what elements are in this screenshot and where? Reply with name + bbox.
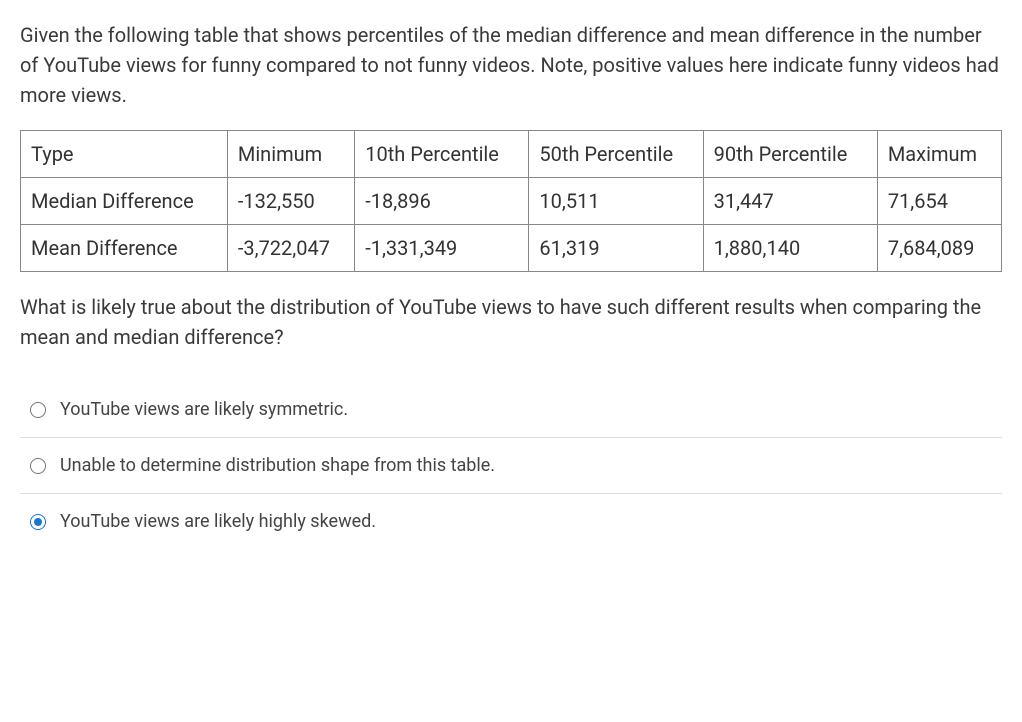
option-label: YouTube views are likely highly skewed. xyxy=(60,508,376,535)
question-followup: What is likely true about the distributi… xyxy=(20,292,1002,352)
header-type: Type xyxy=(21,131,228,178)
radio-icon xyxy=(30,402,46,418)
option-label: Unable to determine distribution shape f… xyxy=(60,452,495,479)
cell-10th: -18,896 xyxy=(355,178,529,225)
percentile-table: Type Minimum 10th Percentile 50th Percen… xyxy=(20,130,1002,272)
cell-90th: 1,880,140 xyxy=(703,225,877,272)
cell-50th: 10,511 xyxy=(529,178,703,225)
radio-icon xyxy=(30,514,46,530)
cell-90th: 31,447 xyxy=(703,178,877,225)
cell-min: -132,550 xyxy=(227,178,354,225)
radio-icon xyxy=(30,458,46,474)
table-header-row: Type Minimum 10th Percentile 50th Percen… xyxy=(21,131,1002,178)
header-50th: 50th Percentile xyxy=(529,131,703,178)
option-unable[interactable]: Unable to determine distribution shape f… xyxy=(20,437,1002,493)
option-label: YouTube views are likely symmetric. xyxy=(60,396,348,423)
cell-type: Median Difference xyxy=(21,178,228,225)
header-10th: 10th Percentile xyxy=(355,131,529,178)
question-intro: Given the following table that shows per… xyxy=(20,20,1002,110)
table-row: Mean Difference -3,722,047 -1,331,349 61… xyxy=(21,225,1002,272)
cell-50th: 61,319 xyxy=(529,225,703,272)
cell-min: -3,722,047 xyxy=(227,225,354,272)
header-minimum: Minimum xyxy=(227,131,354,178)
cell-max: 71,654 xyxy=(877,178,1001,225)
cell-type: Mean Difference xyxy=(21,225,228,272)
cell-10th: -1,331,349 xyxy=(355,225,529,272)
table-row: Median Difference -132,550 -18,896 10,51… xyxy=(21,178,1002,225)
option-symmetric[interactable]: YouTube views are likely symmetric. xyxy=(20,382,1002,437)
answer-options: YouTube views are likely symmetric. Unab… xyxy=(20,382,1002,549)
option-skewed[interactable]: YouTube views are likely highly skewed. xyxy=(20,493,1002,549)
header-maximum: Maximum xyxy=(877,131,1001,178)
cell-max: 7,684,089 xyxy=(877,225,1001,272)
header-90th: 90th Percentile xyxy=(703,131,877,178)
